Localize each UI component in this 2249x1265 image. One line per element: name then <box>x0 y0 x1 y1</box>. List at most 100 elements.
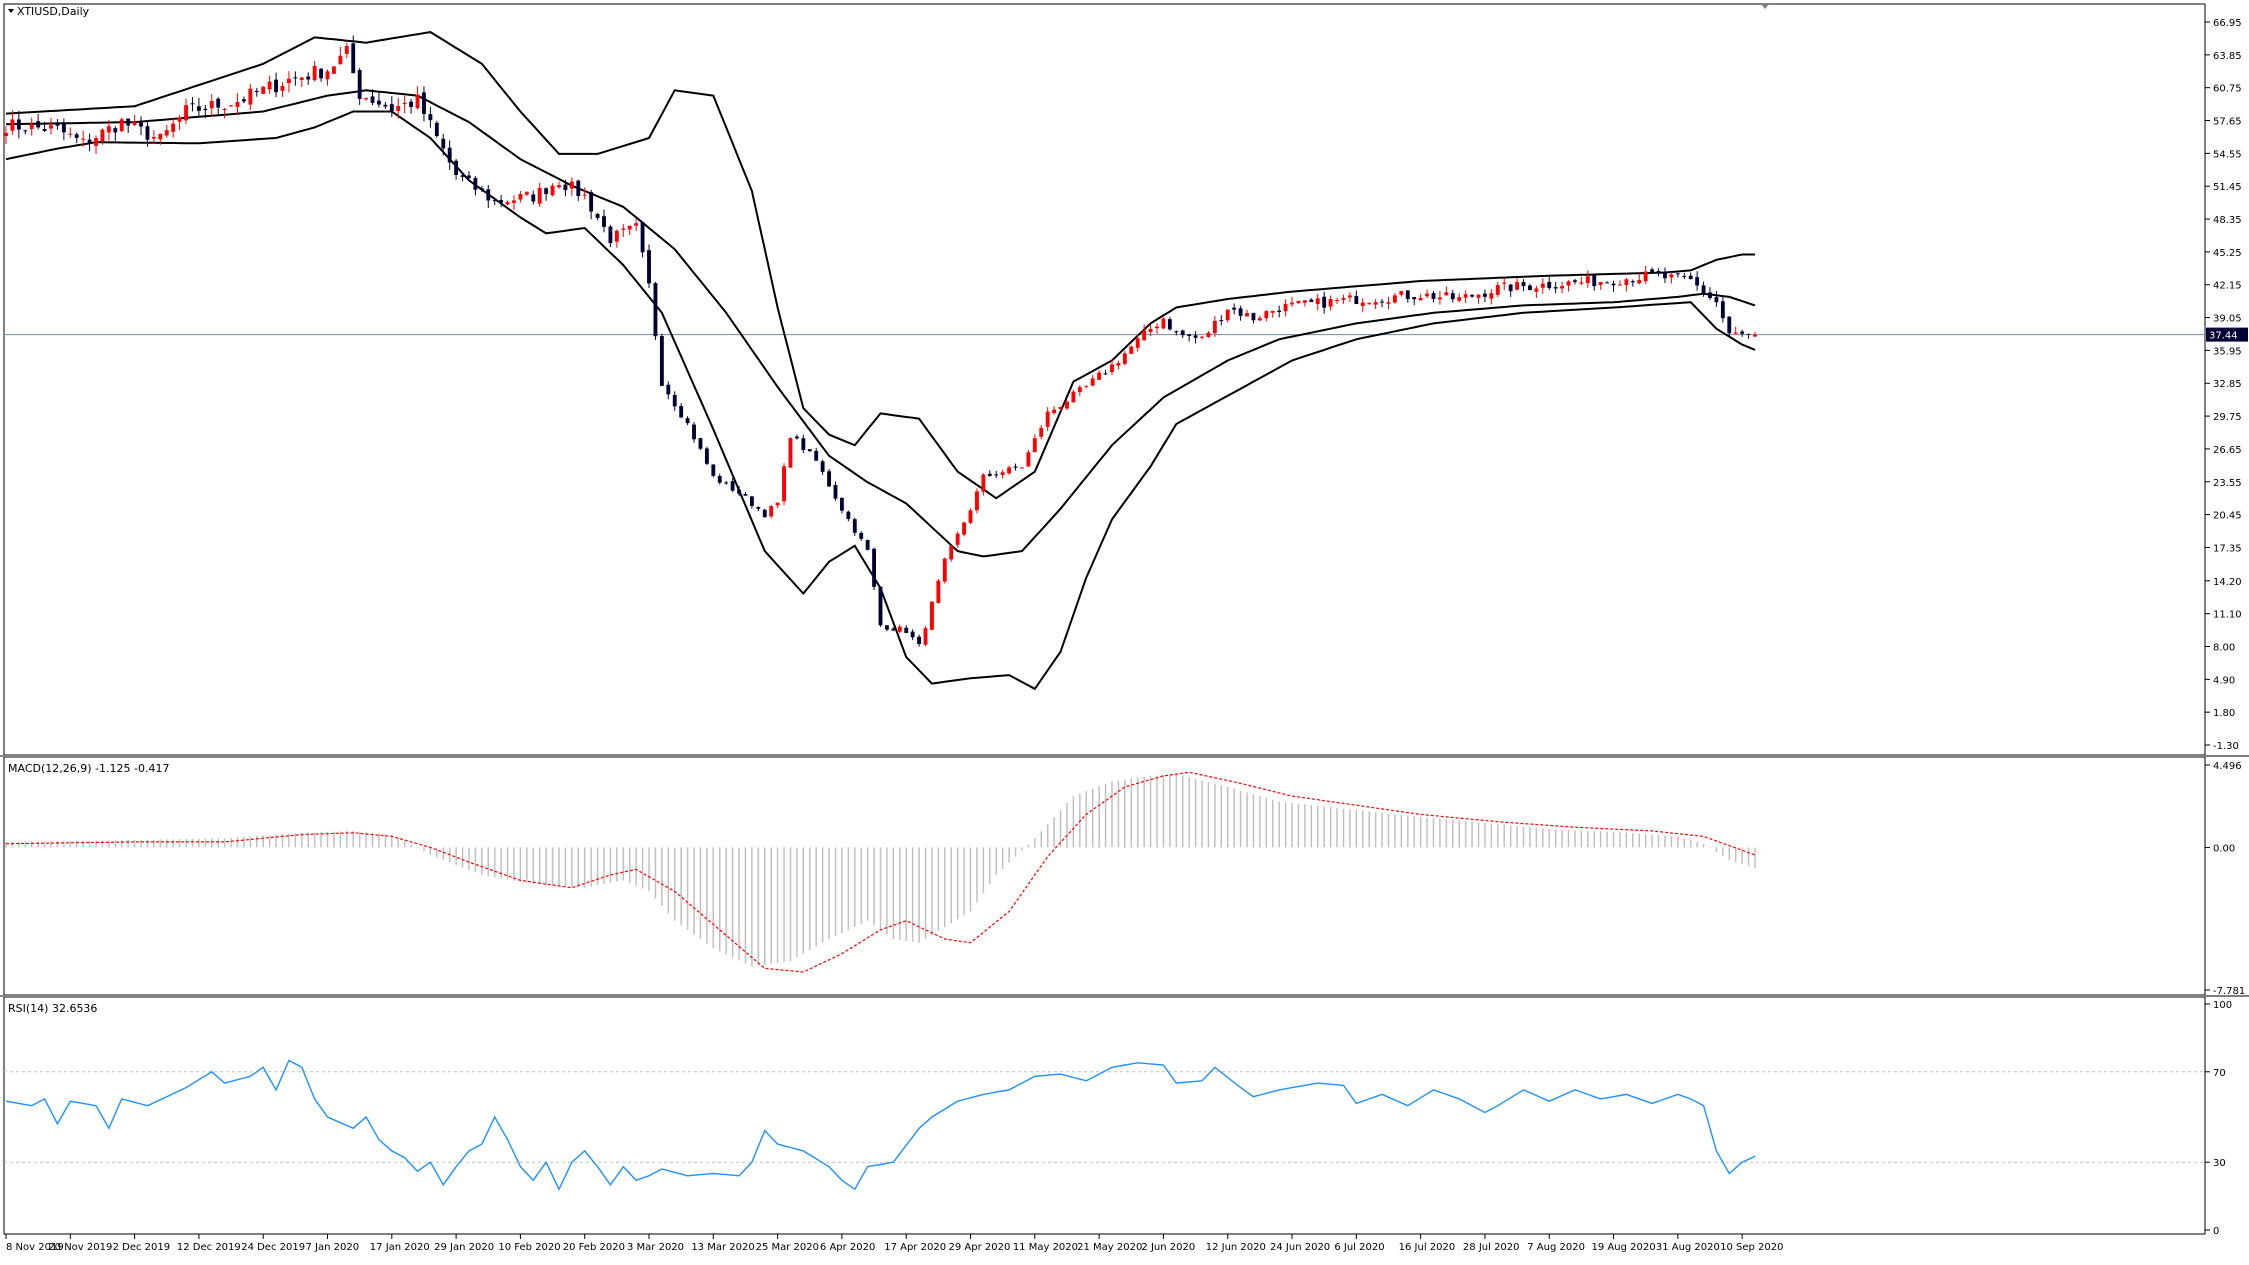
candle-body <box>467 175 471 178</box>
candle <box>364 97 369 101</box>
candle <box>1341 294 1346 304</box>
candle-body <box>74 134 79 138</box>
candle <box>1090 375 1095 387</box>
candle-body <box>454 160 459 176</box>
candle <box>23 129 28 135</box>
candle <box>1720 296 1725 323</box>
candle-body <box>16 119 21 130</box>
symbol-header[interactable]: XTIUSD,Daily <box>8 5 90 18</box>
candle <box>1733 326 1738 335</box>
candle <box>614 229 619 248</box>
candle-body <box>1753 334 1757 337</box>
candle-body <box>1624 279 1629 285</box>
price-axis-label: 48.35 <box>2213 215 2242 226</box>
candle <box>402 95 407 114</box>
candle <box>994 470 999 478</box>
candle <box>1129 345 1134 354</box>
candle <box>377 92 381 108</box>
candle-body <box>1495 285 1500 295</box>
candle-body <box>1708 292 1712 298</box>
candle-body <box>1238 308 1243 316</box>
candle-body <box>196 106 201 111</box>
candle-body <box>1682 276 1687 278</box>
candle-body <box>1077 387 1082 393</box>
candle <box>1412 297 1417 306</box>
price-axis-label: 51.45 <box>2213 182 2242 193</box>
candle-body <box>209 100 214 109</box>
candle-body <box>602 216 606 227</box>
candle-body <box>126 118 131 126</box>
time-axis-label: 2 Jun 2020 <box>1141 1242 1195 1253</box>
candle-body <box>261 86 266 94</box>
candle <box>1630 279 1635 287</box>
trading-chart[interactable]: 66.95 63.85 60.75 57.65 54.55 51.45 48.35 45.25… <box>0 0 2249 1260</box>
candle <box>241 96 246 104</box>
candle <box>190 97 195 112</box>
candle-body <box>1174 331 1179 333</box>
candle-body <box>94 138 98 146</box>
candle-body <box>711 464 716 476</box>
price-axis-label: 26.65 <box>2213 445 2242 456</box>
candle <box>685 416 690 426</box>
candle-body <box>904 627 909 633</box>
candle-body <box>68 133 73 135</box>
candle-body <box>1437 297 1442 300</box>
candle <box>910 629 915 641</box>
candle-body <box>1553 287 1558 289</box>
candle-body <box>1142 330 1147 341</box>
candle <box>415 86 420 110</box>
candle-body <box>1322 296 1327 308</box>
candle-body <box>1483 293 1487 297</box>
candle <box>274 72 278 98</box>
chart-shift-marker-icon[interactable] <box>1761 4 1769 9</box>
collapse-triangle-icon[interactable] <box>8 9 14 13</box>
candle <box>1309 298 1314 303</box>
candle-body <box>531 194 536 202</box>
candle <box>132 114 137 127</box>
candle-body <box>389 104 394 111</box>
candle-body <box>1296 300 1301 304</box>
candle-body <box>962 522 967 535</box>
candle-body <box>235 102 240 107</box>
candle-body <box>1225 309 1230 321</box>
candle-body <box>1155 326 1159 329</box>
candle-body <box>1425 293 1429 297</box>
candle <box>1714 291 1719 307</box>
candle-body <box>1045 411 1050 427</box>
candle-body <box>595 213 600 218</box>
candle-body <box>1418 298 1423 301</box>
candle-body <box>537 187 542 204</box>
candle <box>846 510 851 522</box>
candle-body <box>1688 275 1693 280</box>
rsi-title: RSI(14) 32.6536 <box>8 1002 97 1015</box>
candle-body <box>1245 313 1249 317</box>
candle-body <box>942 558 947 582</box>
candle <box>1611 280 1616 292</box>
candle-body <box>730 481 735 491</box>
candle-body <box>1328 299 1333 307</box>
candle <box>666 381 671 400</box>
candle <box>1290 296 1294 307</box>
time-axis-label: 20 Feb 2020 <box>563 1242 625 1253</box>
candle <box>1489 289 1494 305</box>
candle-body <box>1573 280 1577 282</box>
candle-body <box>1476 294 1481 298</box>
candle-body <box>151 136 156 139</box>
candle <box>1592 274 1597 291</box>
candle <box>94 135 98 155</box>
time-axis-label: 21 May 2020 <box>1077 1242 1142 1253</box>
candle-body <box>1412 297 1417 300</box>
candle <box>267 75 272 94</box>
candle-body <box>499 200 504 203</box>
time-axis-label: 13 Mar 2020 <box>691 1242 754 1253</box>
candle <box>164 124 169 138</box>
candle <box>1245 309 1249 317</box>
price-axis-label: 17.35 <box>2213 543 2242 554</box>
candle <box>344 42 349 59</box>
candle <box>306 72 311 85</box>
candle-body <box>409 101 414 107</box>
candle <box>1122 350 1127 366</box>
candle <box>679 403 684 419</box>
candle-body <box>1193 335 1198 338</box>
candle <box>1618 280 1622 286</box>
